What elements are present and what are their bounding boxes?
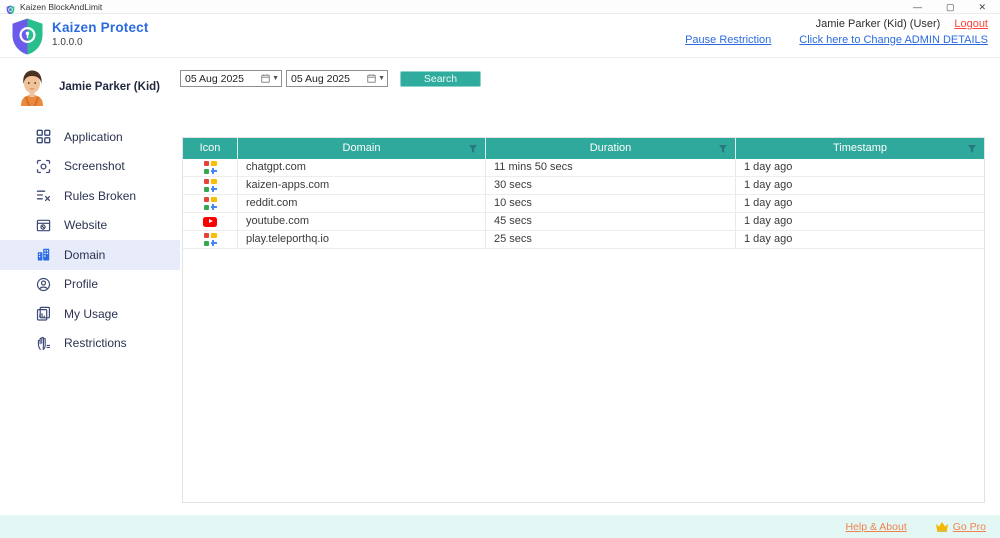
screenshot-icon <box>36 159 51 174</box>
domain-table: Icon Domain Duration Timestamp chatgpt.c… <box>182 137 985 503</box>
sidebar-item-label: My Usage <box>64 307 118 321</box>
app-logo-shield-icon <box>9 17 46 56</box>
sidebar-item-restrictions[interactable]: Restrictions <box>0 329 180 359</box>
crown-icon <box>935 521 949 532</box>
search-button[interactable]: Search <box>400 71 481 87</box>
sidebar-item-my-usage[interactable]: My Usage <box>0 299 180 329</box>
hand-icon <box>36 336 51 351</box>
table-header-row: Icon Domain Duration Timestamp <box>183 138 984 159</box>
column-header-timestamp[interactable]: Timestamp <box>736 138 984 159</box>
column-header-icon[interactable]: Icon <box>183 138 238 159</box>
favicon-cell <box>183 231 238 248</box>
rules-broken-icon <box>36 188 51 203</box>
change-admin-details-link[interactable]: Click here to Change ADMIN DETAILS <box>799 34 988 46</box>
domain-cell: play.teleporthq.io <box>238 231 486 248</box>
timestamp-cell: 1 day ago <box>736 177 984 194</box>
sidebar-item-label: Website <box>64 218 107 232</box>
domain-cell: kaizen-apps.com <box>238 177 486 194</box>
date-to-input[interactable]: 05 Aug 2025 ▼ <box>286 70 388 87</box>
table-row[interactable]: kaizen-apps.com 30 secs 1 day ago <box>183 177 984 195</box>
filter-funnel-icon[interactable] <box>468 144 478 154</box>
sidebar-nav: Application Screenshot Rules Broken <box>0 122 180 358</box>
usage-icon <box>36 306 51 321</box>
app-version: 1.0.0.0 <box>52 37 149 48</box>
webapp-favicon-icon <box>204 197 217 210</box>
help-about-link[interactable]: Help & About <box>845 521 906 533</box>
filter-funnel-icon[interactable] <box>967 144 977 154</box>
sidebar-item-screenshot[interactable]: Screenshot <box>0 152 180 182</box>
duration-cell: 25 secs <box>486 231 736 248</box>
webapp-favicon-icon <box>204 179 217 192</box>
domain-cell: youtube.com <box>238 213 486 230</box>
sidebar-item-label: Rules Broken <box>64 189 136 203</box>
date-from-input[interactable]: 05 Aug 2025 ▼ <box>180 70 282 87</box>
table-row[interactable]: play.teleporthq.io 25 secs 1 day ago <box>183 231 984 249</box>
calendar-dropdown-icon[interactable]: ▼ <box>367 74 387 83</box>
app-shield-icon <box>6 2 15 12</box>
duration-cell: 10 secs <box>486 195 736 212</box>
sidebar-item-website[interactable]: Website <box>0 211 180 241</box>
domain-cell: reddit.com <box>238 195 486 212</box>
footer-bar: Help & About Go Pro <box>0 515 1000 538</box>
timestamp-cell: 1 day ago <box>736 231 984 248</box>
table-row[interactable]: youtube.com 45 secs 1 day ago <box>183 213 984 231</box>
webapp-favicon-icon <box>204 233 217 246</box>
timestamp-cell: 1 day ago <box>736 195 984 212</box>
favicon-cell <box>183 177 238 194</box>
duration-cell: 11 mins 50 secs <box>486 159 736 176</box>
sidebar-item-application[interactable]: Application <box>0 122 180 152</box>
sidebar-item-label: Domain <box>64 248 105 262</box>
column-header-domain[interactable]: Domain <box>238 138 486 159</box>
sidebar-item-label: Screenshot <box>64 159 125 173</box>
calendar-dropdown-icon[interactable]: ▼ <box>261 74 281 83</box>
favicon-cell <box>183 213 238 230</box>
duration-cell: 45 secs <box>486 213 736 230</box>
profile-icon <box>36 277 51 292</box>
minimize-button[interactable]: — <box>913 1 922 13</box>
grid-icon <box>36 129 51 144</box>
favicon-cell <box>183 159 238 176</box>
sidebar-item-label: Profile <box>64 277 98 291</box>
sidebar-item-label: Application <box>64 130 123 144</box>
profile-block: Jamie Parker (Kid) <box>0 58 180 108</box>
domain-cell: chatgpt.com <box>238 159 486 176</box>
main-content: 05 Aug 2025 ▼ 05 Aug 2025 ▼ Search 5 rec… <box>180 58 1000 515</box>
sidebar-item-profile[interactable]: Profile <box>0 270 180 300</box>
date-filter-row: 05 Aug 2025 ▼ 05 Aug 2025 ▼ Search <box>180 70 481 87</box>
duration-cell: 30 secs <box>486 177 736 194</box>
go-pro-link[interactable]: Go Pro <box>953 521 986 533</box>
timestamp-cell: 1 day ago <box>736 213 984 230</box>
sidebar-item-label: Restrictions <box>64 336 127 350</box>
pause-restriction-link[interactable]: Pause Restriction <box>685 34 771 46</box>
website-icon <box>36 218 51 233</box>
window-titlebar: Kaizen BlockAndLimit — ▢ ✕ <box>0 0 1000 14</box>
sidebar-item-rules-broken[interactable]: Rules Broken <box>0 181 180 211</box>
sidebar: Jamie Parker (Kid) Application Screensho… <box>0 58 180 515</box>
window-title: Kaizen BlockAndLimit <box>20 2 913 12</box>
date-to-value: 05 Aug 2025 <box>291 73 367 85</box>
sidebar-item-domain[interactable]: Domain <box>0 240 180 270</box>
youtube-icon <box>203 217 217 227</box>
app-name: Kaizen Protect <box>52 20 149 35</box>
webapp-favicon-icon <box>204 161 217 174</box>
timestamp-cell: 1 day ago <box>736 159 984 176</box>
maximize-button[interactable]: ▢ <box>946 1 955 13</box>
table-row[interactable]: reddit.com 10 secs 1 day ago <box>183 195 984 213</box>
filter-funnel-icon[interactable] <box>718 144 728 154</box>
logout-link[interactable]: Logout <box>954 18 988 30</box>
close-button[interactable]: ✕ <box>978 1 986 13</box>
app-header: Kaizen Protect 1.0.0.0 Jamie Parker (Kid… <box>0 14 1000 58</box>
date-from-value: 05 Aug 2025 <box>185 73 261 85</box>
favicon-cell <box>183 195 238 212</box>
logged-in-user-label: Jamie Parker (Kid) (User) <box>816 18 941 30</box>
table-row[interactable]: chatgpt.com 11 mins 50 secs 1 day ago <box>183 159 984 177</box>
profile-name: Jamie Parker (Kid) <box>59 81 160 93</box>
avatar <box>13 68 51 106</box>
building-icon <box>36 247 51 262</box>
column-header-duration[interactable]: Duration <box>486 138 736 159</box>
